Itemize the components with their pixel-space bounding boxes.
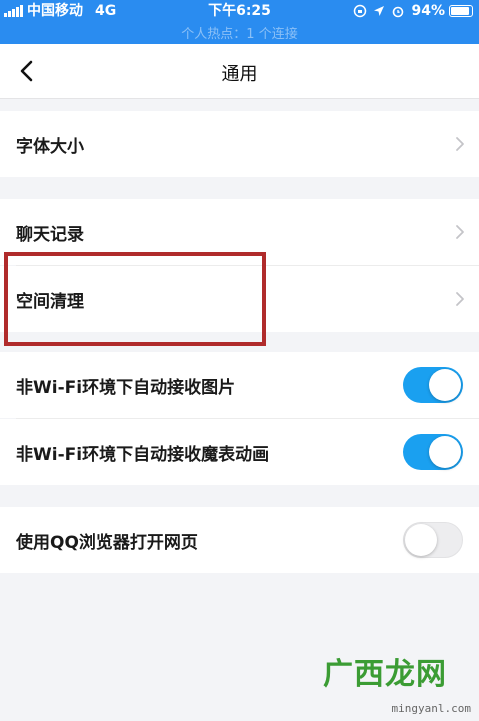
toggle-knob bbox=[429, 369, 461, 401]
back-button[interactable] bbox=[10, 54, 42, 88]
watermark-logo: 广西龙网 bbox=[323, 657, 447, 692]
setting-chat-history[interactable]: 聊天记录 bbox=[0, 199, 479, 265]
setting-label: 非Wi-Fi环境下自动接收魔表动画 bbox=[16, 444, 270, 465]
setting-qq-browser: 使用QQ浏览器打开网页 bbox=[0, 507, 479, 573]
toggle-knob bbox=[405, 524, 437, 556]
toggle-knob bbox=[429, 436, 461, 468]
watermark-url: mingyanl.com bbox=[391, 702, 471, 715]
hotspot-banner[interactable]: 个人热点：1 个连接 bbox=[0, 23, 479, 42]
setting-label: 聊天记录 bbox=[16, 224, 84, 245]
setting-space-cleanup[interactable]: 空间清理 bbox=[0, 266, 479, 332]
chevron-left-icon bbox=[20, 60, 33, 82]
chevron-right-icon bbox=[455, 224, 465, 240]
auto-receive-images-toggle[interactable] bbox=[403, 367, 463, 403]
setting-font-size[interactable]: 字体大小 bbox=[0, 111, 479, 177]
qq-browser-toggle[interactable] bbox=[403, 522, 463, 558]
setting-label: 非Wi-Fi环境下自动接收图片 bbox=[16, 377, 236, 398]
status-right: 94% bbox=[353, 2, 473, 20]
auto-receive-animations-toggle[interactable] bbox=[403, 434, 463, 470]
nav-bar: 通用 bbox=[0, 44, 479, 99]
page-title: 通用 bbox=[221, 64, 258, 85]
chevron-right-icon bbox=[455, 136, 465, 152]
setting-label: 空间清理 bbox=[16, 291, 84, 312]
battery-percent: 94% bbox=[411, 3, 445, 19]
setting-auto-receive-animations: 非Wi-Fi环境下自动接收魔表动画 bbox=[0, 419, 479, 485]
setting-label: 使用QQ浏览器打开网页 bbox=[16, 532, 198, 553]
alarm-icon bbox=[393, 6, 404, 18]
chevron-right-icon bbox=[455, 291, 465, 307]
location-arrow-icon bbox=[374, 6, 385, 16]
rotation-lock-icon bbox=[354, 4, 367, 18]
setting-label: 字体大小 bbox=[16, 136, 84, 157]
setting-auto-receive-images: 非Wi-Fi环境下自动接收图片 bbox=[0, 352, 479, 418]
status-bar: 中国移动 4G 下午6:25 94% 个人热点：1 个连接 bbox=[0, 0, 479, 44]
battery-icon bbox=[449, 5, 473, 17]
